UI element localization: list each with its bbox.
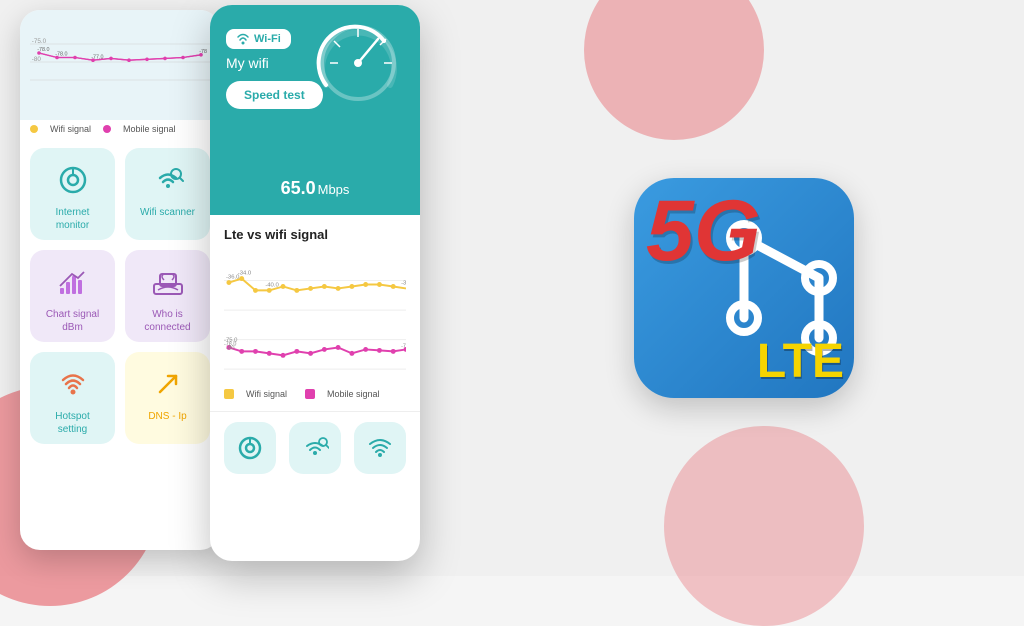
phone-mid-header: Wi-Fi My wifi Speed test 65.0Mbps	[210, 5, 420, 215]
speed-unit: Mbps	[318, 182, 350, 197]
svg-text:-40.0: -40.0	[265, 282, 279, 288]
speedometer	[314, 19, 404, 109]
wifi-scanner-card[interactable]: Wifi scanner	[125, 148, 210, 240]
wifi-badge-text: Wi-Fi	[254, 33, 281, 45]
speed-display: 65.0Mbps	[281, 178, 350, 199]
chart-signal-icon	[55, 264, 91, 300]
wifi-scanner-label: Wifi scanner	[140, 206, 195, 219]
section-title: Lte vs wifi signal	[224, 227, 406, 242]
svg-text:-78: -78	[199, 49, 207, 55]
app-grid: Internet monitor Wifi scanner	[20, 138, 220, 454]
phone-left: -75.0 -80 -78.0 -78.0 -77.0	[20, 10, 220, 550]
mobile-label-mid: Mobile signal	[327, 389, 380, 399]
internet-monitor-card[interactable]: Internet monitor	[30, 148, 115, 240]
phone-mid-content: Lte vs wifi signal	[210, 215, 420, 411]
mini-chart: -75.0 -80 -78.0 -78.0 -77.0	[30, 22, 210, 102]
5g-text: 5G	[646, 188, 761, 274]
svg-text:-78.0: -78.0	[224, 341, 236, 347]
speed-value: 65.0	[281, 178, 316, 198]
speed-test-button[interactable]: Speed test	[226, 81, 323, 109]
svg-text:-78.0: -78.0	[37, 47, 49, 53]
hotspot-setting-card[interactable]: Hotspot setting	[30, 352, 115, 444]
who-connected-label: Who is connected	[135, 308, 200, 334]
who-connected-card[interactable]: Who is connected	[125, 250, 210, 342]
app-icon-5g: 5G LTE	[634, 178, 854, 398]
mobile-signal-label: Mobile signal	[123, 124, 176, 134]
phone-left-header: -75.0 -80 -78.0 -78.0 -77.0	[20, 10, 220, 120]
chart-signal-card[interactable]: Chart signal dBm	[30, 250, 115, 342]
wifi-name: My wifi	[226, 55, 269, 71]
lte-text: LTE	[757, 338, 844, 386]
legend-mid: Wifi signal Mobile signal	[224, 389, 406, 399]
dns-ip-icon	[150, 366, 186, 402]
dns-ip-card[interactable]: DNS - Ip	[125, 352, 210, 444]
svg-text:-80: -80	[32, 56, 42, 63]
hotspot-setting-label: Hotspot setting	[40, 410, 105, 436]
phone-mid: Wi-Fi My wifi Speed test 65.0Mbps Lte vs…	[210, 5, 420, 561]
mobile-signal-dot	[103, 125, 111, 133]
internet-monitor-icon	[55, 162, 91, 198]
chart-signal-label: Chart signal dBm	[40, 308, 105, 334]
wifi-dot-mid	[224, 389, 234, 399]
bottom-scanner-icon[interactable]	[289, 422, 341, 474]
bg-shape-3	[664, 426, 864, 626]
dns-ip-label: DNS - Ip	[148, 410, 186, 423]
wifi-signal-label: Wifi signal	[50, 124, 91, 134]
svg-text:-78.0: -78.0	[55, 52, 67, 58]
who-connected-icon	[150, 264, 186, 300]
svg-text:-39.0: -39.0	[401, 281, 406, 287]
phones-container: -75.0 -80 -78.0 -78.0 -77.0	[20, 10, 420, 561]
svg-text:-75.0: -75.0	[32, 38, 47, 45]
hotspot-setting-icon	[55, 366, 91, 402]
mobile-dot-mid	[305, 389, 315, 399]
bg-shape-2	[584, 0, 764, 140]
lte-chart: -36.0 -34.0 -40.0 -39.0	[224, 250, 406, 380]
bottom-wifi-icon[interactable]	[354, 422, 406, 474]
wifi-label-mid: Wifi signal	[246, 389, 287, 399]
bottom-internet-icon[interactable]	[224, 422, 276, 474]
wifi-badge: Wi-Fi	[226, 29, 291, 49]
svg-text:-77.0: -77.0	[91, 54, 103, 60]
legend-left: Wifi signal Mobile signal	[20, 120, 220, 138]
svg-text:-34.0: -34.0	[238, 271, 252, 277]
wifi-scanner-icon	[150, 162, 186, 198]
svg-text:-75.0: -75.0	[401, 343, 406, 349]
wifi-signal-dot	[30, 125, 38, 133]
phone-mid-bottom	[210, 411, 420, 484]
internet-monitor-label: Internet monitor	[40, 206, 105, 232]
